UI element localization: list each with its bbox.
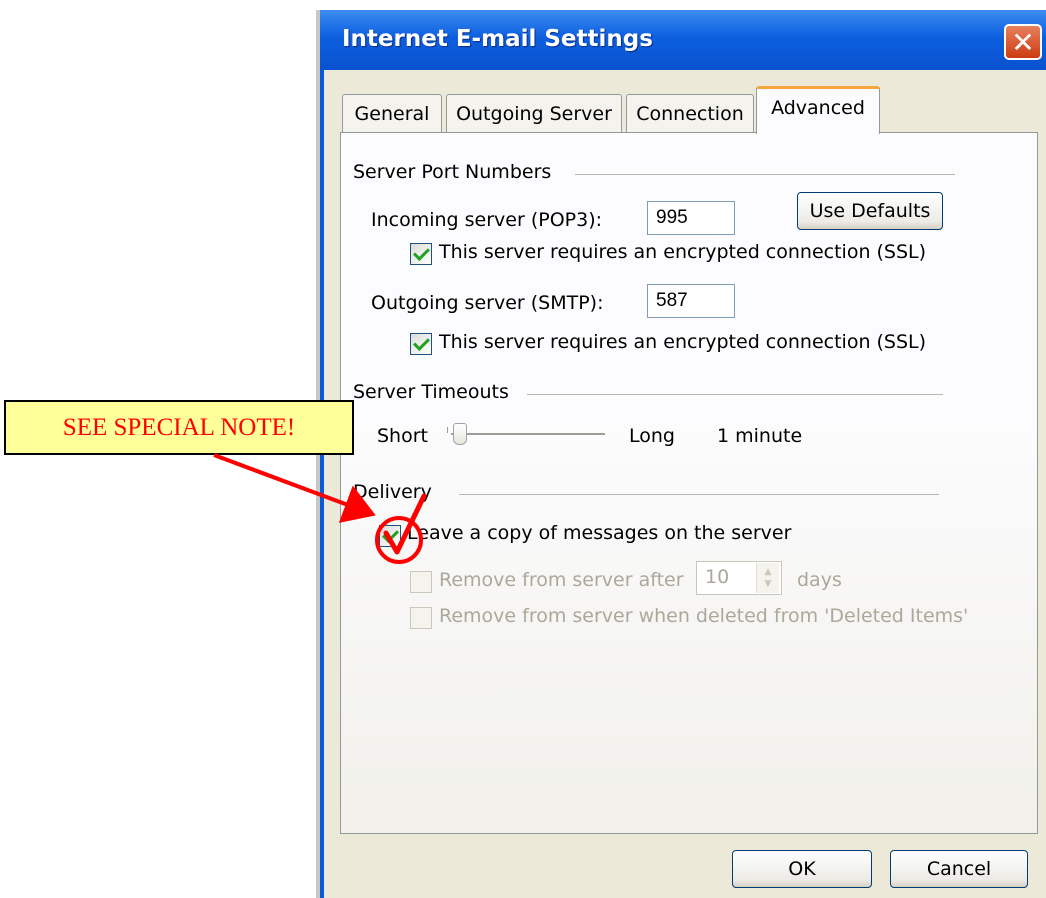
delivery-heading: Delivery: [353, 481, 432, 503]
special-note-text: SEE SPECIAL NOTE!: [62, 413, 296, 441]
outgoing-ssl-label: This server requires an encrypted connec…: [439, 331, 927, 353]
dialog-title: Internet E-mail Settings: [342, 26, 653, 52]
outgoing-port-input[interactable]: [647, 284, 735, 318]
tab-advanced[interactable]: Advanced: [756, 86, 880, 134]
internet-email-settings-dialog: Internet E-mail Settings ✕ General Outgo…: [320, 10, 1046, 898]
leave-copy-label: Leave a copy of messages on the server: [407, 522, 792, 544]
ok-button[interactable]: OK: [732, 850, 872, 888]
tab-advanced-label: Advanced: [771, 97, 865, 119]
tab-outgoing-server-label: Outgoing Server: [456, 102, 612, 125]
days-label: days: [797, 569, 842, 591]
special-note-callout: SEE SPECIAL NOTE!: [4, 400, 354, 455]
incoming-port-input[interactable]: [647, 201, 735, 235]
advanced-tab-panel: Server Port Numbers Incoming server (POP…: [340, 132, 1038, 834]
close-button[interactable]: ✕: [1004, 24, 1042, 60]
remove-after-days-value: 10: [705, 566, 730, 588]
incoming-server-label: Incoming server (POP3):: [371, 209, 603, 231]
tab-general[interactable]: General: [342, 94, 442, 132]
spinner-arrows-icon[interactable]: ▲ ▼: [756, 563, 779, 593]
tab-general-label: General: [354, 102, 430, 125]
timeout-long-label: Long: [629, 425, 675, 447]
server-timeouts-heading: Server Timeouts: [353, 381, 509, 403]
outgoing-server-label: Outgoing server (SMTP):: [371, 292, 604, 314]
cancel-label: Cancel: [926, 858, 992, 880]
timeout-slider-track[interactable]: [451, 433, 605, 436]
tab-connection[interactable]: Connection: [626, 94, 754, 132]
timeout-short-label: Short: [377, 425, 428, 447]
outgoing-ssl-checkbox[interactable]: [410, 333, 432, 355]
remove-after-days-spinner[interactable]: 10 ▲ ▼: [696, 561, 782, 595]
leave-copy-checkbox[interactable]: [379, 525, 401, 547]
tab-outgoing-server[interactable]: Outgoing Server: [446, 94, 622, 132]
remove-after-label: Remove from server after: [439, 569, 684, 591]
timeout-value: 1 minute: [717, 425, 803, 447]
cancel-button[interactable]: Cancel: [890, 850, 1028, 888]
remove-when-deleted-label: Remove from server when deleted from 'De…: [439, 605, 969, 627]
ok-label: OK: [788, 858, 816, 880]
remove-when-deleted-checkbox[interactable]: [410, 607, 432, 629]
slider-tick: [447, 427, 448, 433]
close-icon: ✕: [1011, 25, 1035, 59]
use-defaults-button[interactable]: Use Defaults: [797, 192, 943, 230]
timeout-slider-thumb[interactable]: [452, 423, 467, 445]
incoming-ssl-label: This server requires an encrypted connec…: [439, 241, 927, 263]
incoming-ssl-checkbox[interactable]: [410, 243, 432, 265]
group-divider: [575, 174, 955, 175]
server-port-numbers-heading: Server Port Numbers: [353, 161, 552, 183]
dialog-client-area: General Outgoing Server Connection Advan…: [324, 70, 1046, 898]
tab-connection-label: Connection: [636, 102, 744, 125]
group-divider: [527, 394, 943, 395]
remove-after-checkbox[interactable]: [410, 571, 432, 593]
use-defaults-label: Use Defaults: [809, 200, 931, 222]
title-bar[interactable]: Internet E-mail Settings ✕: [320, 10, 1046, 70]
group-divider: [459, 494, 939, 495]
